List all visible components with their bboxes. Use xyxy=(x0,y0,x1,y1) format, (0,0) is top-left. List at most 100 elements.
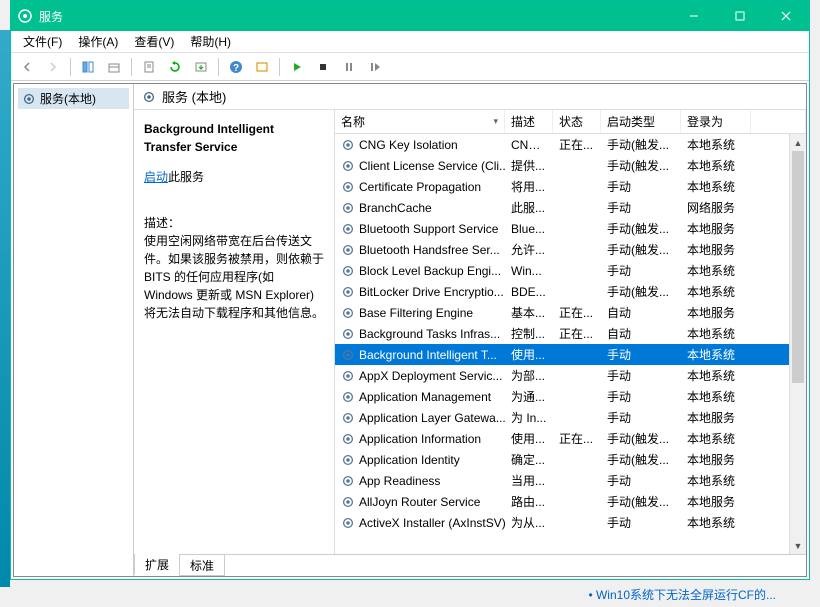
service-startup-cell: 自动 xyxy=(601,323,681,344)
service-row[interactable]: App Readiness当用...手动本地系统 xyxy=(335,470,789,491)
service-startup-cell: 手动 xyxy=(601,176,681,197)
export-button[interactable] xyxy=(102,56,126,78)
back-button[interactable] xyxy=(15,56,39,78)
service-desc-cell: 基本... xyxy=(505,302,553,323)
service-logon-cell: 本地服务 xyxy=(681,239,751,260)
service-startup-cell: 手动 xyxy=(601,344,681,365)
gear-icon xyxy=(341,348,355,362)
service-logon-cell: 本地服务 xyxy=(681,302,751,323)
menu-view[interactable]: 查看(V) xyxy=(126,31,182,52)
service-state-cell xyxy=(553,290,601,294)
pause-service-button[interactable] xyxy=(337,56,361,78)
service-desc-cell: 将用... xyxy=(505,176,553,197)
service-row[interactable]: Certificate Propagation将用...手动本地系统 xyxy=(335,176,789,197)
gear-icon xyxy=(341,411,355,425)
service-row[interactable]: BitLocker Drive Encryptio...BDE...手动(触发.… xyxy=(335,281,789,302)
service-name-cell: Background Tasks Infras... xyxy=(359,327,500,341)
forward-button[interactable] xyxy=(41,56,65,78)
toolbar-extra-button[interactable] xyxy=(250,56,274,78)
tab-standard[interactable]: 标准 xyxy=(179,555,225,576)
tree-pane: 服务(本地) xyxy=(14,84,134,576)
service-row[interactable]: Bluetooth Handsfree Ser...允许...手动(触发...本… xyxy=(335,239,789,260)
maximize-button[interactable] xyxy=(717,1,763,31)
service-row[interactable]: Bluetooth Support ServiceBlue...手动(触发...… xyxy=(335,218,789,239)
close-button[interactable] xyxy=(763,1,809,31)
scroll-thumb[interactable] xyxy=(792,151,804,383)
gear-icon xyxy=(341,138,355,152)
service-state-cell: 正在... xyxy=(553,428,601,449)
menu-action[interactable]: 操作(A) xyxy=(70,31,126,52)
service-name-cell: Client License Service (Cli... xyxy=(359,159,505,173)
vertical-scrollbar[interactable]: ▲ ▼ xyxy=(789,134,806,554)
service-state-cell xyxy=(553,269,601,273)
service-row[interactable]: CNG Key IsolationCNG...正在...手动(触发...本地系统 xyxy=(335,134,789,155)
tab-extended[interactable]: 扩展 xyxy=(134,554,180,575)
window-title: 服务 xyxy=(39,8,671,25)
service-row[interactable]: Application Information使用...正在...手动(触发..… xyxy=(335,428,789,449)
service-row[interactable]: ActiveX Installer (AxInstSV)为从...手动本地系统 xyxy=(335,512,789,533)
app-icon xyxy=(17,8,33,24)
service-row[interactable]: BranchCache此服...手动网络服务 xyxy=(335,197,789,218)
service-row[interactable]: Background Intelligent T...使用...手动本地系统 xyxy=(335,344,789,365)
service-desc-cell: 使用... xyxy=(505,428,553,449)
service-logon-cell: 本地系统 xyxy=(681,344,751,365)
start-service-button[interactable] xyxy=(285,56,309,78)
gear-icon xyxy=(341,201,355,215)
menu-file[interactable]: 文件(F) xyxy=(15,31,70,52)
service-row[interactable]: Block Level Backup Engi...Win...手动本地系统 xyxy=(335,260,789,281)
service-startup-cell: 手动 xyxy=(601,386,681,407)
service-row[interactable]: Application Layer Gatewa...为 In...手动本地服务 xyxy=(335,407,789,428)
service-logon-cell: 本地系统 xyxy=(681,281,751,302)
service-row[interactable]: AllJoyn Router Service路由...手动(触发...本地服务 xyxy=(335,491,789,512)
show-hide-tree-button[interactable] xyxy=(76,56,100,78)
gear-icon xyxy=(341,264,355,278)
gear-icon xyxy=(341,432,355,446)
tree-node-services-local[interactable]: 服务(本地) xyxy=(18,88,129,109)
footer-article-link[interactable]: Win10系统下无法全屏运行CF的... xyxy=(584,582,780,607)
minimize-button[interactable] xyxy=(671,1,717,31)
service-startup-cell: 手动 xyxy=(601,470,681,491)
export-list-button[interactable] xyxy=(189,56,213,78)
refresh-button[interactable] xyxy=(163,56,187,78)
gear-icon xyxy=(341,222,355,236)
properties-button[interactable] xyxy=(137,56,161,78)
scroll-up-icon[interactable]: ▲ xyxy=(790,134,806,151)
stop-service-button[interactable] xyxy=(311,56,335,78)
help-button[interactable]: ? xyxy=(224,56,248,78)
scroll-down-icon[interactable]: ▼ xyxy=(790,537,806,554)
service-state-cell xyxy=(553,395,601,399)
gear-icon xyxy=(341,180,355,194)
service-row[interactable]: AppX Deployment Servic...为部...手动本地系统 xyxy=(335,365,789,386)
service-row[interactable]: Application Identity确定...手动(触发...本地服务 xyxy=(335,449,789,470)
restart-service-button[interactable] xyxy=(363,56,387,78)
start-service-link[interactable]: 启动 xyxy=(144,170,168,184)
service-name-cell: App Readiness xyxy=(359,474,440,488)
service-row[interactable]: Base Filtering Engine基本...正在...自动本地服务 xyxy=(335,302,789,323)
menu-help[interactable]: 帮助(H) xyxy=(182,31,239,52)
list-body[interactable]: CNG Key IsolationCNG...正在...手动(触发...本地系统… xyxy=(335,134,789,554)
col-header-name[interactable]: 名称▾ xyxy=(335,110,505,133)
service-logon-cell: 本地服务 xyxy=(681,449,751,470)
service-startup-cell: 手动(触发... xyxy=(601,155,681,176)
service-state-cell xyxy=(553,521,601,525)
gear-icon xyxy=(341,495,355,509)
col-header-startup[interactable]: 启动类型 xyxy=(601,110,681,133)
service-startup-cell: 手动(触发... xyxy=(601,428,681,449)
service-logon-cell: 本地系统 xyxy=(681,323,751,344)
service-state-cell xyxy=(553,206,601,210)
service-logon-cell: 本地系统 xyxy=(681,512,751,533)
service-row[interactable]: Background Tasks Infras...控制...正在...自动本地… xyxy=(335,323,789,344)
service-state-cell: 正在... xyxy=(553,323,601,344)
col-header-state[interactable]: 状态 xyxy=(553,110,601,133)
service-startup-cell: 手动(触发... xyxy=(601,491,681,512)
col-header-desc[interactable]: 描述 xyxy=(505,110,553,133)
service-row[interactable]: Application Management为通...手动本地系统 xyxy=(335,386,789,407)
service-logon-cell: 本地系统 xyxy=(681,260,751,281)
selected-service-name: Background Intelligent Transfer Service xyxy=(144,120,324,156)
start-service-suffix: 此服务 xyxy=(168,170,204,184)
service-row[interactable]: Client License Service (Cli...提供...手动(触发… xyxy=(335,155,789,176)
col-header-logon[interactable]: 登录为 xyxy=(681,110,751,133)
service-desc-cell: Blue... xyxy=(505,220,553,238)
service-name-cell: Application Layer Gatewa... xyxy=(359,411,505,425)
detail-pane: Background Intelligent Transfer Service … xyxy=(134,110,334,554)
